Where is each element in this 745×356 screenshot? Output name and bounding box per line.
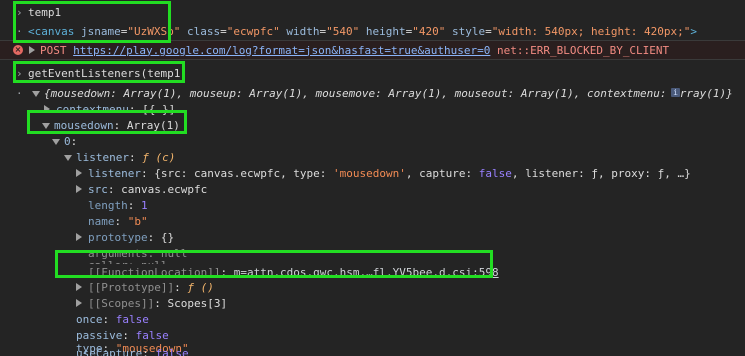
expand-caret-icon[interactable] bbox=[76, 168, 88, 179]
input-text: temp1 bbox=[28, 5, 62, 19]
expand-caret-icon[interactable] bbox=[76, 298, 88, 309]
info-icon[interactable]: i bbox=[671, 88, 680, 97]
return-arrow-icon: · bbox=[16, 86, 23, 100]
prompt-chevron-icon: › bbox=[16, 5, 23, 19]
console-command-row: › getEventListeners(temp1) bbox=[0, 65, 745, 81]
result-summary: {mousedown: Array(1), mouseup: Array(1),… bbox=[44, 86, 733, 100]
tree-row-src[interactable]: src: canvas.ecwpfc bbox=[0, 181, 745, 197]
element-markup[interactable]: <canvas jsname="UzWXSb" class="ecwpfc" w… bbox=[28, 26, 697, 37]
tree-row-mousedown[interactable]: mousedown: Array(1) bbox=[0, 117, 745, 133]
function-location-link[interactable]: m=attn,cdos,gwc,hsm,…fl,YV5bee,d,csi:598 bbox=[234, 266, 499, 279]
expand-caret-icon[interactable] bbox=[44, 104, 56, 115]
tree-row-listener[interactable]: listener: ƒ (c) bbox=[0, 149, 745, 165]
result-summary-row[interactable]: · {mousedown: Array(1), mouseup: Array(1… bbox=[0, 85, 745, 101]
error-message: POST https://play.google.com/log?format=… bbox=[40, 43, 670, 57]
tree-row-function-location[interactable]: [[FunctionLocation]]: m=attn,cdos,gwc,hs… bbox=[0, 264, 745, 280]
tree-row-usecapture: useCapture: false bbox=[76, 347, 189, 356]
expand-caret-icon[interactable] bbox=[76, 232, 88, 243]
tree-row-name: name: "b" bbox=[88, 214, 148, 228]
expand-caret-icon[interactable] bbox=[76, 184, 88, 195]
tree-row-index-0[interactable]: 0: bbox=[0, 133, 745, 149]
console-output-element-row[interactable]: · <canvas jsname="UzWXSb" class="ecwpfc"… bbox=[0, 23, 745, 39]
tree-row-scopes[interactable]: [[Scopes]]: Scopes[3] bbox=[0, 295, 745, 311]
tree-row-arguments: arguments: null bbox=[88, 246, 188, 260]
prompt-chevron-icon: › bbox=[16, 66, 23, 80]
error-icon: × bbox=[13, 45, 23, 55]
return-arrow-icon: · bbox=[16, 24, 23, 38]
separator bbox=[0, 59, 745, 60]
tree-row-contextmenu[interactable]: contextmenu: [{…}] bbox=[0, 101, 745, 117]
console-error-row[interactable]: × POST https://play.google.com/log?forma… bbox=[0, 41, 745, 59]
console-input-row: › temp1 bbox=[0, 4, 745, 20]
command-text: getEventListeners(temp1) bbox=[28, 66, 187, 80]
tree-row-prototype[interactable]: prototype: {} bbox=[0, 229, 745, 245]
error-url-link[interactable]: https://play.google.com/log?format=json&… bbox=[73, 44, 490, 57]
tree-row-inner-listener[interactable]: listener: {src: canvas.ecwpfc, type: 'mo… bbox=[0, 165, 745, 181]
tree-row-type: type: "mousedown" bbox=[76, 342, 189, 355]
tree-row-length: length: 1 bbox=[88, 198, 148, 212]
tree-row-once: once: false bbox=[76, 312, 149, 326]
tree-row-prototype-internal[interactable]: [[Prototype]]: ƒ () bbox=[0, 279, 745, 295]
expand-caret-icon[interactable] bbox=[76, 282, 88, 293]
